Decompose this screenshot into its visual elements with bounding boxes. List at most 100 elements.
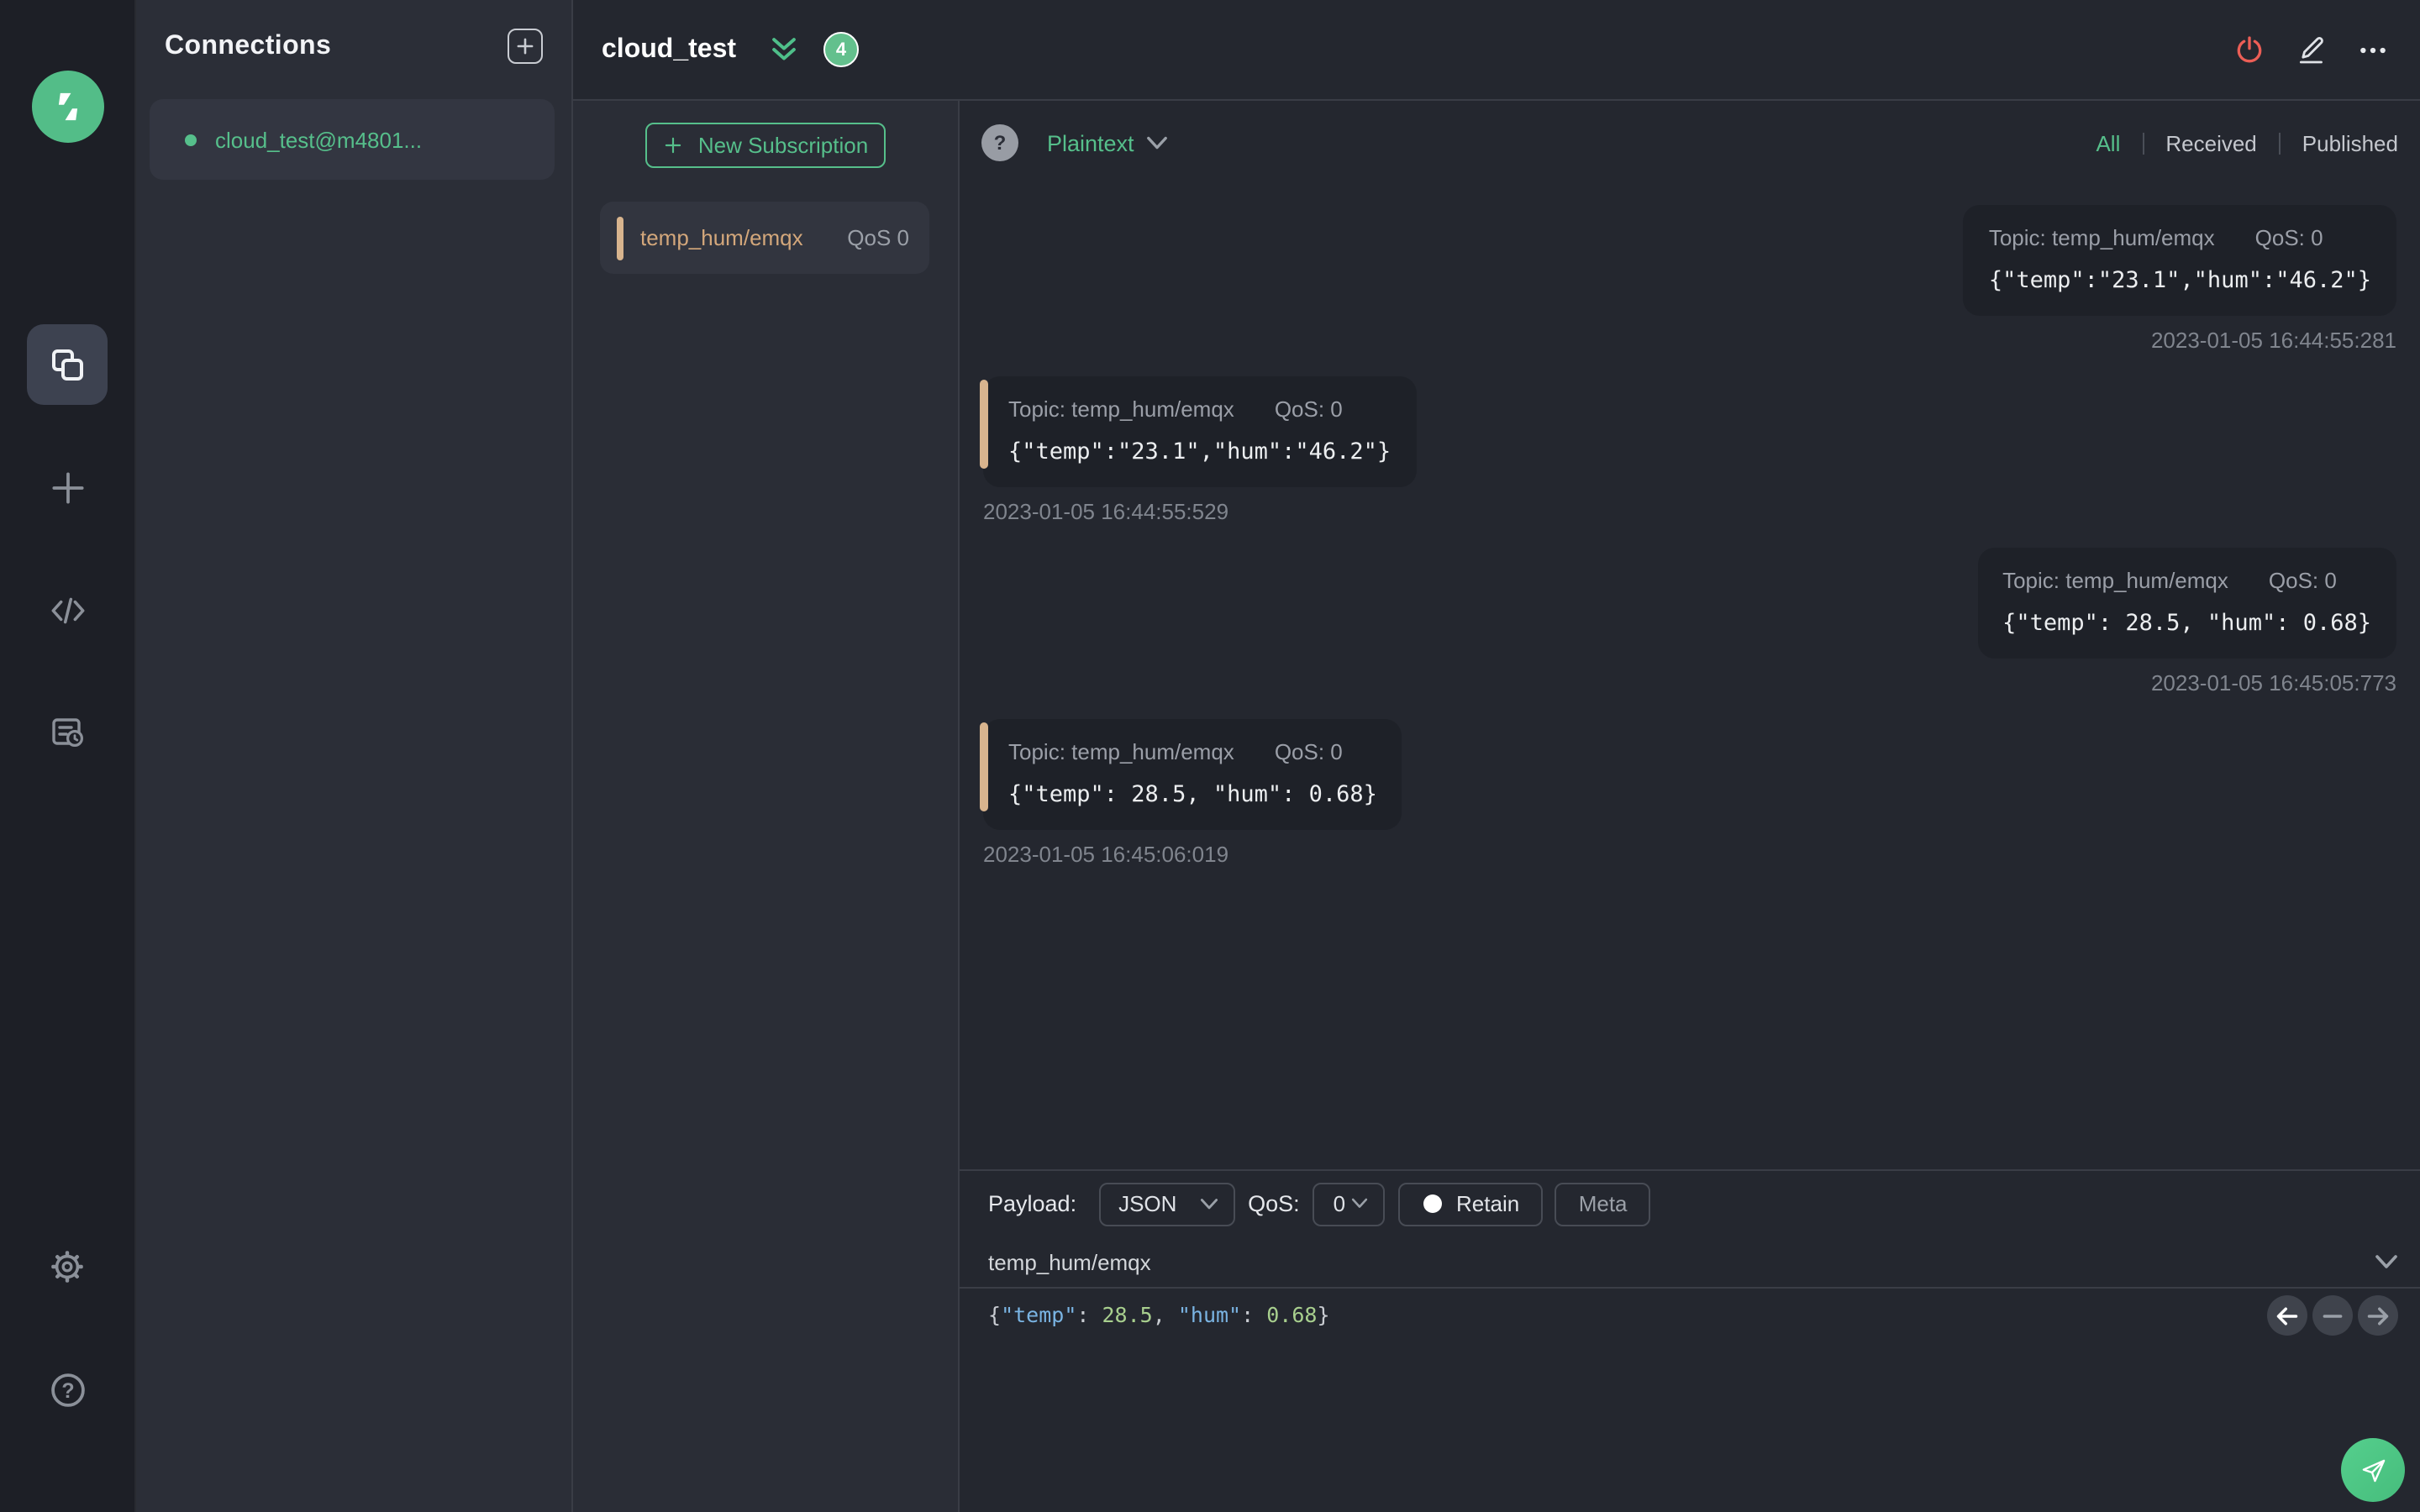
topic-input[interactable]: temp_hum/emqx (988, 1249, 1151, 1274)
subscription-color-bar (617, 216, 623, 260)
history-prev-button[interactable] (2267, 1295, 2307, 1336)
collapse-panel-button[interactable] (768, 35, 800, 64)
payload-label: Payload: (988, 1191, 1077, 1216)
settings-gear-icon (51, 1251, 83, 1283)
message-meta: Topic: temp_hum/emqx QoS: 0 (1008, 739, 1377, 764)
history-next-button[interactable] (2358, 1295, 2398, 1336)
connection-list-item[interactable]: cloud_test@m4801... (150, 99, 555, 180)
sidebar-item-log[interactable] (27, 692, 108, 773)
sidebar-item-settings[interactable] (27, 1226, 108, 1307)
plus-icon (666, 137, 682, 154)
message-topic: Topic: temp_hum/emqx (1008, 739, 1234, 764)
message-bubble: Topic: temp_hum/emqx QoS: 0 {"temp": 28.5… (1977, 548, 2396, 659)
log-icon (52, 718, 83, 747)
filter-tab-all[interactable]: All (2096, 130, 2120, 155)
connection-topbar: cloud_test 4 (573, 0, 2420, 101)
rail-bottom-group: ? (27, 1226, 108, 1512)
send-plane-icon (2361, 1458, 2385, 1482)
filter-tab-published[interactable]: Published (2302, 130, 2398, 155)
message-bubble: Topic: temp_hum/emqx QoS: 0 {"temp":"23.1… (980, 376, 1417, 487)
message-count-badge: 4 (823, 32, 860, 67)
message-item: Topic: temp_hum/emqx QoS: 0 {"temp": 28.5… (979, 719, 2396, 867)
topbar-actions (2232, 29, 2390, 70)
message-meta: Topic: temp_hum/emqx QoS: 0 (2002, 568, 2371, 593)
power-icon (2236, 36, 2261, 63)
message-bubble: Topic: temp_hum/emqx QoS: 0 {"temp":"23.1… (1963, 205, 2396, 316)
new-subscription-label: New Subscription (697, 133, 869, 158)
connections-header: Connections (136, 0, 571, 64)
double-chevron-down-icon (772, 38, 796, 60)
message-qos: QoS: 0 (1274, 739, 1343, 764)
qos-label: QoS: (1248, 1191, 1300, 1216)
message-qos: QoS: 0 (1274, 396, 1343, 422)
collapse-publish-button[interactable] (2375, 1254, 2398, 1269)
connections-icon (52, 349, 83, 381)
publish-controls: Payload: JSON QoS: 0 Retain Meta (960, 1171, 2420, 1236)
message-meta: Topic: temp_hum/emqx QoS: 0 (1989, 225, 2371, 250)
sidebar-item-new-window[interactable] (27, 447, 108, 528)
mqttx-app: ? Connections cloud_test@m4801... cloud_… (0, 0, 2420, 1512)
message-topic: Topic: temp_hum/emqx (1008, 396, 1234, 422)
disconnect-button[interactable] (2232, 29, 2265, 70)
mqttx-logo-glyph (57, 92, 77, 121)
subscription-topic: temp_hum/emqx (640, 225, 803, 250)
message-qos: QoS: 0 (2268, 568, 2337, 593)
sidebar-item-help[interactable]: ? (27, 1349, 108, 1430)
icon-rail: ? (0, 0, 136, 1512)
arrow-left-icon (2276, 1306, 2298, 1325)
new-connection-button[interactable] (508, 29, 543, 64)
message-timestamp: 2023-01-05 16:44:55:529 (983, 499, 1229, 524)
payload-format-value: Plaintext (1047, 130, 1134, 155)
message-toolbar: ? Plaintext All Received Published (960, 101, 2420, 185)
retain-toggle[interactable]: Retain (1398, 1182, 1544, 1226)
payload-editor[interactable]: {"temp": 28.5, "hum": 0.68} (960, 1289, 2420, 1512)
message-topic: Topic: temp_hum/emqx (2002, 568, 2228, 593)
edit-connection-button[interactable] (2294, 29, 2328, 70)
filter-separator (2278, 132, 2281, 154)
message-payload: {"temp": 28.5, "hum": 0.68} (2002, 610, 2371, 637)
payload-editor-content: {"temp": 28.5, "hum": 0.68} (988, 1302, 1330, 1327)
history-nav (2267, 1295, 2398, 1336)
payload-type-value: JSON (1118, 1191, 1177, 1216)
subscriptions-panel: New Subscription temp_hum/emqx QoS 0 (573, 101, 960, 1512)
message-qos: QoS: 0 (2254, 225, 2323, 250)
message-filters: All Received Published (2096, 130, 2398, 155)
sidebar-item-script[interactable] (27, 570, 108, 650)
message-payload: {"temp":"23.1","hum":"46.2"} (1988, 267, 2371, 294)
mqttx-logo (31, 71, 103, 143)
qos-value: 0 (1333, 1191, 1346, 1216)
subscription-item[interactable]: temp_hum/emqx QoS 0 (600, 202, 929, 274)
svg-text:?: ? (60, 1378, 73, 1402)
topic-row: temp_hum/emqx (960, 1236, 2420, 1289)
arrow-right-icon (2367, 1306, 2389, 1325)
connection-title: cloud_test (602, 34, 737, 63)
send-button[interactable] (2341, 1438, 2405, 1502)
filter-separator (2142, 132, 2144, 154)
payload-format-help-icon[interactable]: ? (981, 124, 1018, 161)
new-subscription-button[interactable]: New Subscription (645, 123, 886, 168)
meta-button[interactable]: Meta (1555, 1182, 1651, 1226)
content-row: New Subscription temp_hum/emqx QoS 0 ? P… (573, 101, 2420, 1512)
subscription-qos: QoS 0 (847, 225, 909, 250)
filter-tab-received[interactable]: Received (2165, 130, 2256, 155)
connections-panel: Connections cloud_test@m4801... (136, 0, 573, 1512)
right-area: cloud_test 4 New Subscription temp_hum/e… (573, 0, 2420, 1512)
message-timestamp: 2023-01-05 16:44:55:281 (2150, 328, 2396, 353)
sidebar-item-connections[interactable] (27, 324, 108, 405)
qos-select[interactable]: 0 (1313, 1182, 1386, 1226)
connection-status-dot (185, 134, 197, 145)
more-menu-button[interactable] (2356, 29, 2390, 70)
message-topic: Topic: temp_hum/emqx (1988, 225, 2215, 250)
edit-pencil-icon (2299, 37, 2323, 64)
chevron-down-icon (1200, 1198, 1218, 1209)
retain-radio-icon (1423, 1194, 1442, 1213)
code-icon (50, 596, 84, 623)
connection-name: cloud_test@m4801... (215, 127, 423, 152)
plus-icon (517, 38, 534, 55)
payload-format-select[interactable]: Plaintext (1047, 130, 1168, 155)
history-clear-button[interactable] (2312, 1295, 2353, 1336)
message-item: Topic: temp_hum/emqx QoS: 0 {"temp":"23.1… (983, 205, 2396, 353)
message-payload: {"temp": 28.5, "hum": 0.68} (1008, 781, 1377, 808)
payload-type-select[interactable]: JSON (1098, 1182, 1235, 1226)
chevron-down-icon (1146, 135, 1167, 149)
